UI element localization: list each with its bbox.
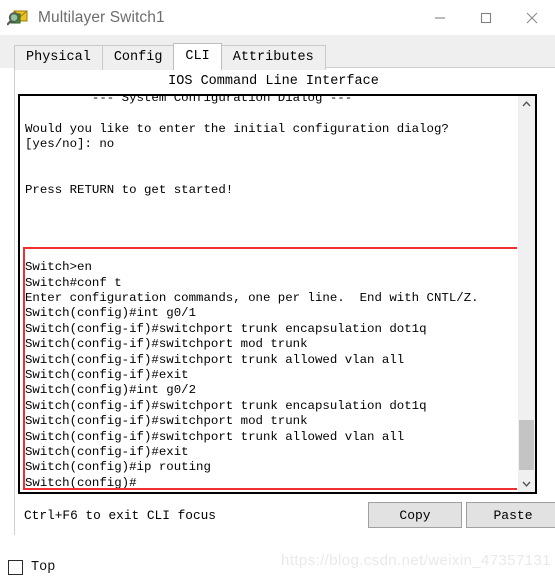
device-tabs: Physical Config CLI Attributes [14,43,326,70]
cli-line: Press RETURN to get started! [25,183,234,198]
cli-terminal-text: --- System Configuration Dialog --- Woul… [25,96,479,491]
tab-config[interactable]: Config [101,45,175,70]
cli-line: Enter configuration commands, one per li… [25,291,479,306]
cli-line: Switch>en [25,260,92,275]
top-checkbox[interactable] [8,560,23,575]
cli-panel: IOS Command Line Interface --- System Co… [14,67,555,535]
cli-line: Would you like to enter the initial conf… [25,121,449,136]
cli-line [25,245,479,260]
cli-line: Switch(config-if)#switchport mod trunk [25,337,308,352]
cli-header-title: IOS Command Line Interface [168,74,379,89]
cli-line: Switch(config-if)#switchport trunk allow… [25,352,405,367]
window-titlebar: Multilayer Switch1 [0,0,555,35]
cli-line: Switch#conf t [25,275,122,290]
cli-line: --- System Configuration Dialog --- [25,96,353,105]
cli-line: Switch(config-if)#switchport trunk allow… [25,429,405,444]
cli-line [25,153,479,168]
cli-line: Switch(config)#int g0/1 [25,306,197,321]
paste-button[interactable]: Paste [466,502,555,528]
minimize-icon[interactable] [417,0,463,35]
window-title: Multilayer Switch1 [38,8,165,26]
cli-terminal[interactable]: --- System Configuration Dialog --- Woul… [20,96,517,492]
cli-line: Switch(config)# [25,475,137,490]
cli-line [25,214,479,229]
cli-line: [yes/no]: no [25,137,115,152]
cli-line [25,199,479,214]
chevron-up-icon[interactable] [518,96,535,113]
cli-line: Switch(config-if)#exit [25,368,189,383]
cli-line [25,230,479,245]
packet-tracer-inspect-icon [6,7,29,29]
cli-bottom-bar: Ctrl+F6 to exit CLI focus Copy Paste [18,500,555,532]
cli-focus-hint: Ctrl+F6 to exit CLI focus [24,508,216,523]
window-footer: Top [0,537,555,581]
top-checkbox-label: Top [31,560,56,575]
cli-vertical-scrollbar[interactable] [517,96,535,492]
close-icon[interactable] [509,0,555,35]
cli-line: Switch(config)#int g0/2 [25,383,197,398]
tab-physical[interactable]: Physical [14,45,103,70]
window-controls [417,0,555,35]
cli-line: Switch(config-if)#switchport trunk encap… [25,321,427,336]
cli-line: Switch(config-if)#exit [25,444,189,459]
cli-line: Switch(config-if)#switchport mod trunk [25,414,308,429]
maximize-icon[interactable] [463,0,509,35]
cli-line: Switch(config)#ip routing [25,460,211,475]
scrollbar-thumb[interactable] [519,420,534,470]
copy-button[interactable]: Copy [368,502,462,528]
tab-attributes[interactable]: Attributes [220,45,326,70]
top-checkbox-row[interactable]: Top [8,560,55,575]
cli-line: Switch(config-if)#switchport trunk encap… [25,398,427,413]
chevron-down-icon[interactable] [518,475,535,492]
cli-line [25,168,479,183]
cli-terminal-frame: --- System Configuration Dialog --- Woul… [18,94,537,494]
tab-cli[interactable]: CLI [173,43,222,70]
cli-line [25,106,479,121]
